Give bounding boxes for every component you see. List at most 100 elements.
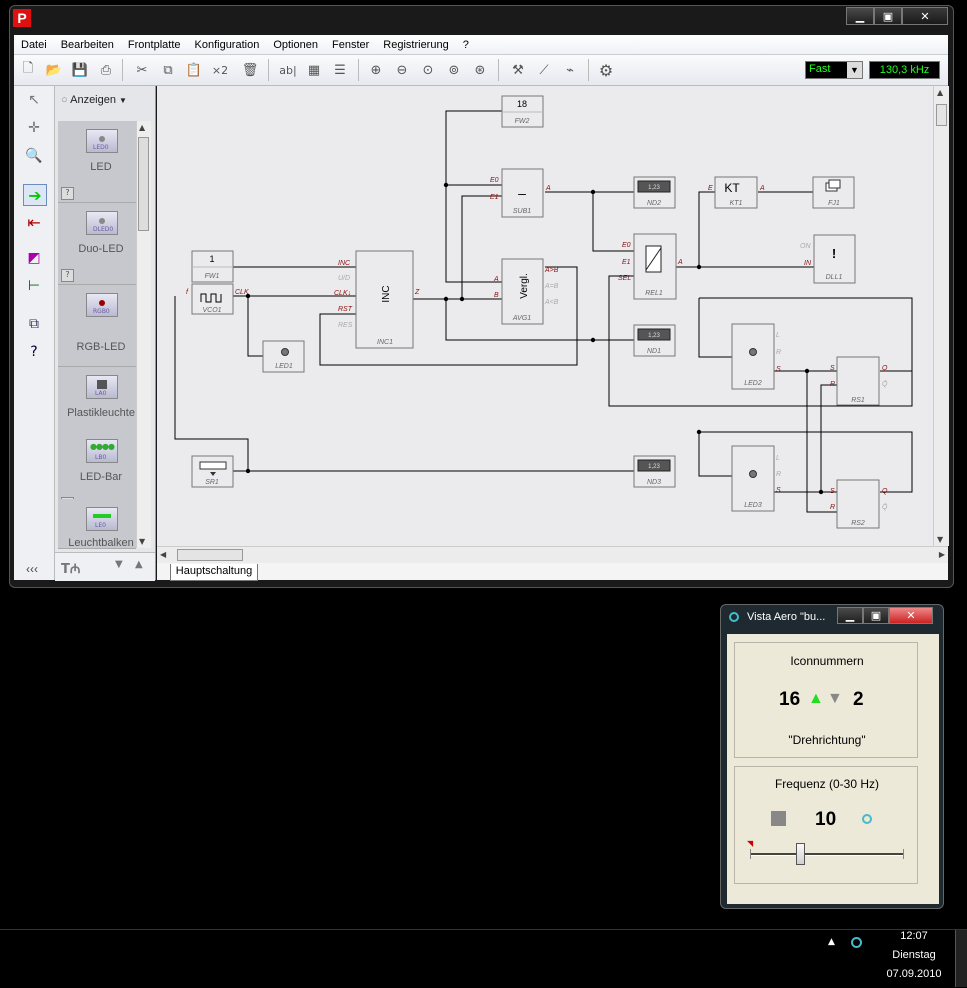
menu-help[interactable]: ? bbox=[456, 39, 476, 51]
menu-optionen[interactable]: Optionen bbox=[266, 39, 325, 51]
connect-icon[interactable]: ⌁ bbox=[560, 60, 580, 80]
run-arrow-icon[interactable]: ➔ bbox=[23, 184, 47, 206]
print-icon[interactable]: ⎙ bbox=[96, 60, 116, 80]
collapse-palette-button[interactable]: ‹‹‹ bbox=[26, 562, 38, 576]
maximize-button[interactable]: ▣ bbox=[874, 7, 902, 25]
paste-icon[interactable]: 📋 bbox=[184, 60, 204, 80]
dll1-pin-in: IN bbox=[804, 260, 812, 267]
horizontal-scroll-thumb[interactable] bbox=[177, 549, 243, 561]
inc1-title: INC bbox=[381, 285, 392, 302]
inc1-pin-inc: INC bbox=[338, 260, 351, 267]
minimize-button[interactable]: ▁ bbox=[837, 607, 863, 624]
close-button[interactable]: ✕ bbox=[889, 607, 933, 624]
palette-filter[interactable]: ○ Anzeigen ▼ bbox=[61, 94, 151, 106]
menu-datei[interactable]: Datei bbox=[14, 39, 54, 51]
left-tool-strip: ↖ ✛ 🔍 ➔ ⇤ ◩ ⊢ ⧉ ? bbox=[14, 86, 55, 580]
vertical-scroll-thumb[interactable] bbox=[936, 104, 947, 126]
arrow-down-icon[interactable]: ▼ bbox=[115, 559, 123, 570]
rgb-led-icon: RGB0 bbox=[86, 293, 118, 317]
zoom-in-icon[interactable]: ⊕ bbox=[366, 60, 386, 80]
zoom-area-icon[interactable]: ⊚ bbox=[444, 60, 464, 80]
cut-icon[interactable]: ✂ bbox=[132, 60, 152, 80]
crosshair-icon[interactable]: ✛ bbox=[23, 118, 45, 138]
settings-gear-icon[interactable]: ⚙ bbox=[596, 60, 616, 80]
tab-hauptschaltung[interactable]: Hauptschaltung bbox=[170, 564, 258, 581]
magnifier-icon[interactable]: 🔍 bbox=[23, 146, 45, 166]
palette-item-rgb-led[interactable]: RGB0 RGB-LED bbox=[58, 285, 136, 367]
rs1-pin-qbar: Q̄ bbox=[882, 380, 888, 388]
frequency-slider-thumb[interactable] bbox=[796, 843, 806, 865]
stop-square-icon[interactable] bbox=[771, 811, 786, 826]
arrow-up-icon[interactable]: ▲ bbox=[135, 559, 143, 570]
help-pointer-icon[interactable]: ? bbox=[23, 342, 45, 362]
led2-pin-s: S bbox=[776, 366, 781, 373]
menu-bearbeiten[interactable]: Bearbeiten bbox=[54, 39, 121, 51]
tray-expand-icon[interactable]: ▲ bbox=[828, 937, 835, 947]
rel1-pin-e0: E0 bbox=[622, 242, 631, 249]
input-pin-icon[interactable]: ⊢ bbox=[23, 276, 45, 296]
pointer-icon[interactable]: ↖ bbox=[23, 90, 45, 110]
new-file-icon[interactable]: 🗋 bbox=[18, 60, 38, 80]
arrow-up-green-icon[interactable]: ▲ bbox=[808, 690, 824, 708]
palette-item-label: LED bbox=[90, 161, 112, 173]
maximize-button[interactable]: ▣ bbox=[863, 607, 889, 624]
scroll-left-icon[interactable]: ◀ bbox=[160, 550, 166, 559]
chevron-down-icon[interactable]: ▼ bbox=[847, 62, 862, 78]
icon-heading: Iconnummern bbox=[790, 654, 864, 668]
canvas-vertical-scrollbar[interactable]: ▲ ▼ bbox=[933, 86, 949, 546]
scroll-down-icon[interactable]: ▼ bbox=[139, 537, 145, 546]
duplicate-button[interactable]: ×2 bbox=[210, 60, 230, 80]
fw1-name: FW1 bbox=[205, 273, 220, 280]
menu-frontplatte[interactable]: Frontplatte bbox=[121, 39, 188, 51]
open-folder-icon[interactable]: 📂 bbox=[44, 60, 64, 80]
tools-icon[interactable]: ⚒ bbox=[508, 60, 528, 80]
zoom-fit-icon[interactable]: ⊙ bbox=[418, 60, 438, 80]
zoom-all-icon[interactable]: ⊛ bbox=[470, 60, 490, 80]
show-desktop-button[interactable] bbox=[955, 930, 967, 987]
palette-item-duo-led[interactable]: DLED0 Duo-LED ? bbox=[58, 203, 136, 285]
save-icon[interactable]: 💾 bbox=[70, 60, 90, 80]
help-icon[interactable]: ? bbox=[61, 269, 74, 282]
zoom-out-icon[interactable]: ⊖ bbox=[392, 60, 412, 80]
radio-icon[interactable]: ○ bbox=[61, 94, 68, 106]
menu-registrierung[interactable]: Registrierung bbox=[376, 39, 455, 51]
inc1-pin-res: RES bbox=[338, 322, 353, 329]
scroll-up-icon[interactable]: ▲ bbox=[139, 123, 145, 132]
palette-scrollbar[interactable]: ▲ ▼ bbox=[136, 121, 151, 548]
minimize-button[interactable]: ▁ bbox=[846, 7, 874, 25]
palette-item-led[interactable]: LED0 LED ? bbox=[58, 121, 136, 203]
slider-tick-max bbox=[903, 849, 904, 859]
circuit-overlay[interactable]: 18 FW2 – SUB1 E0 E1 A Vergl. AVG1 A B A>… bbox=[157, 86, 933, 546]
list-icon[interactable]: ☰ bbox=[330, 60, 350, 80]
text-tool-button[interactable]: ab| bbox=[276, 60, 300, 80]
delete-icon[interactable]: 🗑 bbox=[240, 60, 260, 80]
grid-icon[interactable]: ▦ bbox=[304, 60, 324, 80]
icon-right-number: 2 bbox=[853, 689, 864, 710]
close-button[interactable]: ✕ bbox=[902, 7, 948, 25]
canvas-horizontal-scrollbar[interactable]: ◀ ▶ bbox=[157, 546, 948, 564]
stop-back-icon[interactable]: ⇤ bbox=[23, 212, 45, 232]
tray-clock[interactable]: 12:07 Dienstag 07.09.2010 bbox=[880, 930, 948, 980]
window-link-icon[interactable]: ⧉ bbox=[23, 314, 45, 334]
speed-select[interactable]: Fast ▼ bbox=[805, 61, 863, 79]
help-icon[interactable]: ? bbox=[61, 187, 74, 200]
probe-icon[interactable]: ⟋ bbox=[534, 60, 554, 80]
frequency-slider-track[interactable] bbox=[750, 853, 904, 856]
palette-item-light-bar[interactable]: LE0 Leuchtbalken bbox=[58, 499, 136, 549]
arrow-down-grey-icon[interactable]: ▼ bbox=[827, 690, 843, 708]
led2-name: LED2 bbox=[744, 380, 762, 387]
logic-analyzer-icon[interactable]: ◩ bbox=[23, 248, 45, 268]
chevron-down-icon[interactable]: ▼ bbox=[119, 96, 127, 105]
tray-app-icon[interactable] bbox=[851, 937, 862, 948]
fj1-name: FJ1 bbox=[828, 200, 840, 207]
scroll-down-icon[interactable]: ▼ bbox=[937, 535, 943, 544]
speed-select-value: Fast bbox=[809, 63, 831, 75]
led3-pin-s: S bbox=[776, 487, 781, 494]
scroll-up-icon[interactable]: ▲ bbox=[937, 88, 943, 97]
menu-fenster[interactable]: Fenster bbox=[325, 39, 376, 51]
palette-scroll-thumb[interactable] bbox=[138, 137, 149, 231]
copy-icon[interactable]: ⧉ bbox=[158, 60, 178, 80]
menu-konfiguration[interactable]: Konfiguration bbox=[188, 39, 267, 51]
scroll-right-icon[interactable]: ▶ bbox=[939, 550, 945, 559]
text-symbol-icon[interactable]: T₼ bbox=[61, 559, 80, 577]
